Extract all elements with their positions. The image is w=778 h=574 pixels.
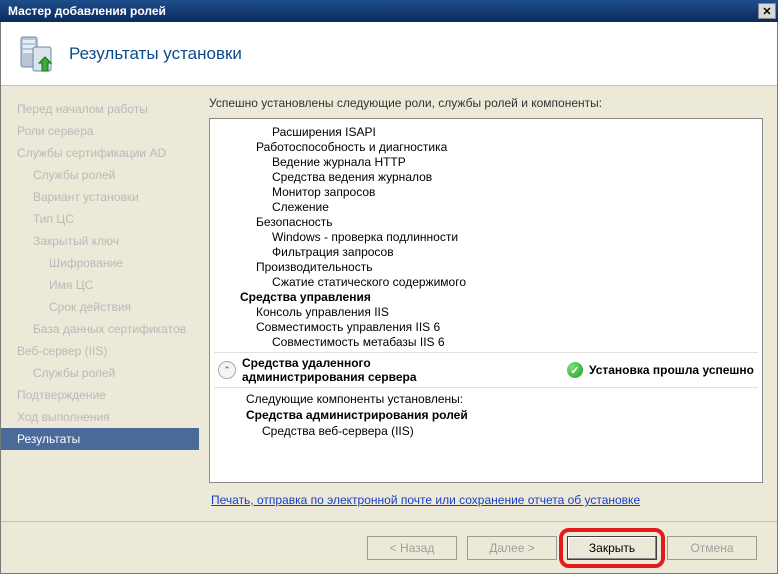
sidebar-item[interactable]: Вариант установки [1,186,199,208]
install-status: ✓ Установка прошла успешно [567,362,754,378]
tree-item[interactable]: Ведение журнала HTTP [214,155,758,170]
tree-item[interactable]: Средства управления [214,290,758,305]
close-icon: ✕ [762,5,771,18]
sidebar-item[interactable]: Ход выполнения [1,406,199,428]
close-button[interactable]: Закрыть [567,536,657,560]
role-admin-tools-label: Средства администрирования ролей [214,408,758,424]
tree-item[interactable]: Сжатие статического содержимого [214,275,758,290]
collapse-toggle-icon[interactable]: ⌃ [218,361,236,379]
tree-item[interactable]: Работоспособность и диагностика [214,140,758,155]
sidebar-item[interactable]: Закрытый ключ [1,230,199,252]
wizard-sidebar: Перед началом работыРоли сервераСлужбы с… [1,86,199,521]
tree-item[interactable]: Безопасность [214,215,758,230]
next-button: Далее > [467,536,557,560]
tree-item[interactable]: Windows - проверка подлинности [214,230,758,245]
tree-item[interactable]: Расширения ISAPI [214,125,758,140]
install-status-text: Установка прошла успешно [589,363,754,377]
tree-item[interactable]: Консоль управления IIS [214,305,758,320]
wizard-button-bar: < Назад Далее > Закрыть Отмена [1,521,777,573]
results-tree[interactable]: Расширения ISAPIРаботоспособность и диаг… [209,118,763,483]
sidebar-item[interactable]: Службы ролей [1,164,199,186]
webserver-tools-label: Средства веб-сервера (IIS) [214,424,758,442]
wizard-header: Результаты установки [1,22,777,86]
sidebar-item[interactable]: Шифрование [1,252,199,274]
feature-section-row: ⌃ Средства удаленного администрирования … [214,352,758,388]
window-close-button[interactable]: ✕ [758,3,776,19]
tree-item[interactable]: Производительность [214,260,758,275]
sidebar-item[interactable]: Службы ролей [1,362,199,384]
tree-item[interactable]: Совместимость управления IIS 6 [214,320,758,335]
content-pane: Успешно установлены следующие роли, служ… [199,86,777,521]
sidebar-item[interactable]: Роли сервера [1,120,199,142]
feature-section-title: Средства удаленного администрирования се… [242,356,442,384]
back-button: < Назад [367,536,457,560]
success-check-icon: ✓ [567,362,583,378]
tree-item[interactable]: Слежение [214,200,758,215]
sidebar-item[interactable]: Службы сертификации AD [1,142,199,164]
titlebar: Мастер добавления ролей ✕ [0,0,778,22]
sidebar-item[interactable]: Перед началом работы [1,98,199,120]
tree-item[interactable]: Совместимость метабазы IIS 6 [214,335,758,350]
main-area: Перед началом работыРоли сервераСлужбы с… [1,86,777,521]
sidebar-item[interactable]: Веб-сервер (IIS) [1,340,199,362]
components-installed-label: Следующие компоненты установлены: [214,388,758,408]
intro-text: Успешно установлены следующие роли, служ… [209,96,763,110]
window-body: Результаты установки Перед началом работ… [0,22,778,574]
sidebar-item[interactable]: Результаты [1,428,199,450]
tree-item[interactable]: Средства ведения журналов [214,170,758,185]
server-role-icon [15,33,57,75]
sidebar-item[interactable]: Срок действия [1,296,199,318]
report-link[interactable]: Печать, отправка по электронной почте ил… [209,483,763,513]
sidebar-item[interactable]: Имя ЦС [1,274,199,296]
cancel-button: Отмена [667,536,757,560]
sidebar-item[interactable]: База данных сертификатов [1,318,199,340]
sidebar-item[interactable]: Подтверждение [1,384,199,406]
window-title: Мастер добавления ролей [8,4,166,18]
tree-item[interactable]: Фильтрация запросов [214,245,758,260]
tree-item[interactable]: Монитор запросов [214,185,758,200]
page-title: Результаты установки [69,44,242,64]
sidebar-item[interactable]: Тип ЦС [1,208,199,230]
